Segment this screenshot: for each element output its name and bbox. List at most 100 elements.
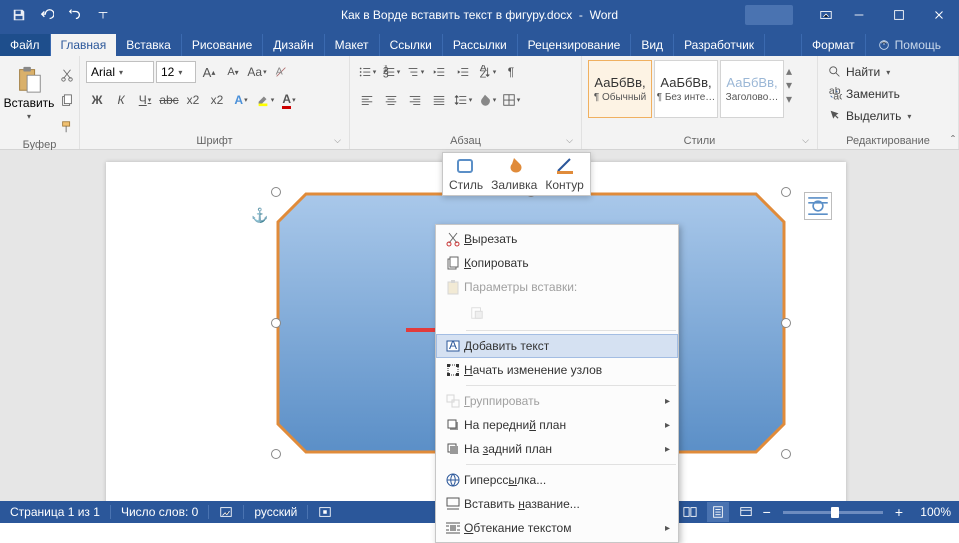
- sort-icon[interactable]: AZ: [476, 61, 498, 83]
- user-badge[interactable]: [745, 5, 793, 25]
- tab-file[interactable]: Файл: [0, 34, 51, 56]
- group-editing: Найти▾ abacЗаменить Выделить▾ Редактиров…: [818, 56, 959, 149]
- view-print-icon[interactable]: [707, 502, 729, 522]
- ctx-bring-front[interactable]: На передний план: [436, 413, 678, 437]
- tab-format[interactable]: Формат: [801, 34, 866, 56]
- ctx-wrap[interactable]: Обтекание текстом: [436, 516, 678, 540]
- bold-icon[interactable]: Ж: [86, 89, 108, 111]
- tell-me[interactable]: Помощь: [869, 34, 949, 56]
- justify-icon[interactable]: [428, 89, 450, 111]
- qat-customize-icon[interactable]: [90, 2, 116, 28]
- borders-icon[interactable]: [500, 89, 522, 111]
- align-center-icon[interactable]: [380, 89, 402, 111]
- copy-icon[interactable]: [56, 90, 78, 112]
- collapse-ribbon-icon[interactable]: ˆ: [951, 133, 955, 147]
- tab-design[interactable]: Дизайн: [263, 34, 324, 56]
- clear-format-icon[interactable]: A: [270, 61, 292, 83]
- tab-references[interactable]: Ссылки: [380, 34, 443, 56]
- shading-icon[interactable]: [476, 89, 498, 111]
- find-button[interactable]: Найти▾: [824, 62, 915, 82]
- maximize-icon[interactable]: [879, 2, 919, 28]
- status-page[interactable]: Страница 1 из 1: [0, 501, 110, 523]
- numbering-icon[interactable]: 123: [380, 61, 402, 83]
- zoom-out-icon[interactable]: −: [763, 504, 771, 520]
- status-words[interactable]: Число слов: 0: [111, 501, 208, 523]
- ctx-send-back[interactable]: На задний план: [436, 437, 678, 461]
- tab-developer[interactable]: Разработчик: [674, 34, 765, 56]
- status-proofing-icon[interactable]: [209, 501, 243, 523]
- ctx-edit-points[interactable]: Начать изменение узлов: [436, 358, 678, 382]
- line-spacing-icon[interactable]: [452, 89, 474, 111]
- quick-access: [0, 2, 116, 28]
- strike-icon[interactable]: abc: [158, 89, 180, 111]
- ctx-copy[interactable]: Копировать: [436, 251, 678, 275]
- shape-fill-button[interactable]: Заливка: [491, 156, 537, 192]
- context-menu: Вырезать Копировать Параметры вставки: A…: [435, 224, 679, 543]
- cut-icon[interactable]: [56, 64, 78, 86]
- svg-text:Z: Z: [479, 68, 486, 79]
- close-icon[interactable]: [919, 2, 959, 28]
- view-read-icon[interactable]: [679, 502, 701, 522]
- font-color-icon[interactable]: А: [278, 89, 300, 111]
- ctx-hyperlink[interactable]: Гиперссылка...: [436, 468, 678, 492]
- ctx-caption[interactable]: Вставить название...: [436, 492, 678, 516]
- underline-icon[interactable]: Ч: [134, 89, 156, 111]
- highlight-icon[interactable]: [254, 89, 276, 111]
- mini-toolbar: Стиль Заливка Контур: [442, 152, 591, 196]
- zoom-slider[interactable]: [783, 511, 883, 514]
- ribbon-options-icon[interactable]: [813, 2, 839, 28]
- change-case-icon[interactable]: Aa: [246, 61, 268, 83]
- replace-button[interactable]: abacЗаменить: [824, 84, 915, 104]
- align-right-icon[interactable]: [404, 89, 426, 111]
- group-styles: АаБбВв,¶ Обычный АаБбВв,¶ Без инте… АаБб…: [582, 56, 818, 149]
- format-painter-icon[interactable]: [56, 116, 78, 138]
- grow-font-icon[interactable]: A▴: [198, 61, 220, 83]
- indent-inc-icon[interactable]: [452, 61, 474, 83]
- save-icon[interactable]: [6, 2, 32, 28]
- undo-icon[interactable]: [34, 2, 60, 28]
- indent-dec-icon[interactable]: [428, 61, 450, 83]
- style-no-spacing[interactable]: АаБбВв,¶ Без инте…: [654, 60, 718, 118]
- layout-options-icon[interactable]: [804, 192, 832, 220]
- tab-review[interactable]: Рецензирование: [518, 34, 632, 56]
- view-web-icon[interactable]: [735, 502, 757, 522]
- minimize-icon[interactable]: [839, 2, 879, 28]
- align-left-icon[interactable]: [356, 89, 378, 111]
- ctx-paste-header: Параметры вставки:: [436, 275, 678, 299]
- svg-text:3: 3: [383, 68, 389, 79]
- group-clipboard: Вставить ▾ Буфер обм…: [0, 56, 80, 149]
- select-button[interactable]: Выделить▾: [824, 106, 915, 126]
- italic-icon[interactable]: К: [110, 89, 132, 111]
- tab-insert[interactable]: Вставка: [116, 34, 182, 56]
- styles-more[interactable]: ▴▾▾: [786, 60, 802, 110]
- tab-mailings[interactable]: Рассылки: [443, 34, 518, 56]
- shape-style-button[interactable]: Стиль: [449, 156, 483, 192]
- ctx-add-text[interactable]: AДобавить текст: [436, 334, 678, 358]
- bullets-icon[interactable]: [356, 61, 378, 83]
- tab-layout[interactable]: Макет: [325, 34, 380, 56]
- ctx-cut[interactable]: Вырезать: [436, 227, 678, 251]
- shrink-font-icon[interactable]: A▾: [222, 61, 244, 83]
- tab-view[interactable]: Вид: [631, 34, 674, 56]
- superscript-icon[interactable]: x2: [206, 89, 228, 111]
- zoom-in-icon[interactable]: +: [895, 504, 903, 520]
- text-effects-icon[interactable]: A: [230, 89, 252, 111]
- style-normal[interactable]: АаБбВв,¶ Обычный: [588, 60, 652, 118]
- tab-draw[interactable]: Рисование: [182, 34, 263, 56]
- multilevel-icon[interactable]: [404, 61, 426, 83]
- subscript-icon[interactable]: x2: [182, 89, 204, 111]
- font-name-combo[interactable]: Arial▾: [86, 61, 154, 83]
- show-marks-icon[interactable]: ¶: [500, 61, 522, 83]
- status-lang[interactable]: русский: [244, 501, 307, 523]
- redo-icon[interactable]: [62, 2, 88, 28]
- tab-home[interactable]: Главная: [51, 34, 117, 56]
- zoom-level[interactable]: 100%: [909, 505, 951, 519]
- ribbon-tabs: Файл Главная Вставка Рисование Дизайн Ма…: [0, 30, 959, 56]
- shape-outline-button[interactable]: Контур: [545, 156, 583, 192]
- svg-text:A: A: [276, 66, 283, 78]
- font-size-combo[interactable]: 12▾: [156, 61, 196, 83]
- paste-button[interactable]: Вставить ▾: [6, 60, 52, 121]
- status-macro-icon[interactable]: [308, 501, 342, 523]
- title-bar: Как в Ворде вставить текст в фигуру.docx…: [0, 0, 959, 30]
- style-heading1[interactable]: АаБбВв,Заголово…: [720, 60, 784, 118]
